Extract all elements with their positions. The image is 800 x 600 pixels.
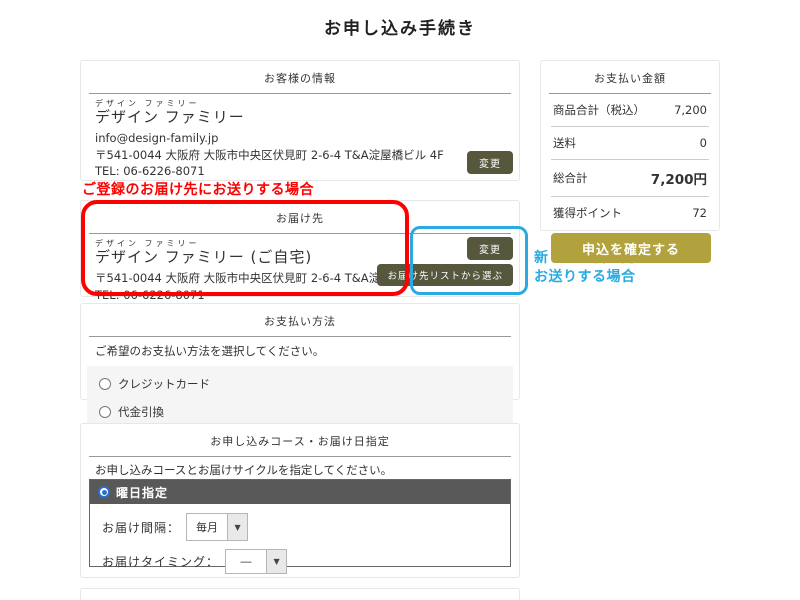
payment-option-credit-card[interactable]: クレジットカード (87, 370, 513, 398)
timing-row: お届けタイミング： ― ▼ (102, 549, 498, 574)
chevron-down-icon: ▼ (228, 513, 248, 541)
payment-summary-panel: お支払い金額 商品合計（税込） 7,200 送料 0 総合計 7,200円 獲得… (540, 60, 720, 231)
radio-selected-icon[interactable] (98, 486, 110, 498)
summary-row-shipping: 送料 0 (551, 127, 709, 160)
customer-name-furigana: デザイン ファミリー (95, 99, 505, 108)
registered-address-annotation: ご登録のお届け先にお送りする場合 (82, 179, 314, 199)
summary-label: 総合計 (553, 170, 588, 186)
customer-info-header: お客様の情報 (81, 61, 519, 86)
summary-value: 72 (692, 206, 707, 220)
interval-label: お届け間隔： (102, 519, 180, 536)
chevron-down-icon: ▼ (267, 549, 287, 574)
delivery-change-button[interactable]: 変更 (467, 237, 513, 260)
customer-email: info@design-family.jp (95, 130, 505, 147)
summary-value: 0 (700, 136, 707, 150)
new-address-annotation-line2: お送りする場合 (534, 268, 650, 287)
delivery-list-button[interactable]: お届け先リストから選ぶ (377, 264, 513, 286)
customer-address: 〒541-0044 大阪府 大阪市中央区伏見町 2-6-4 T&A淀屋橋ビル 4… (95, 147, 505, 164)
next-panel-clipped (80, 588, 520, 600)
radio-unselected-icon[interactable] (99, 406, 111, 418)
payment-method-header: お支払い方法 (81, 304, 519, 329)
payment-option-cash-on-delivery[interactable]: 代金引換 (87, 398, 513, 426)
payment-option-label: クレジットカード (118, 376, 210, 392)
customer-name: デザイン ファミリー (95, 108, 505, 127)
timing-label: お届けタイミング： (102, 553, 219, 570)
timing-select[interactable]: ― ▼ (225, 549, 287, 574)
course-content: お届け間隔： 毎月 ▼ お届けタイミング： ― ▼ (90, 504, 510, 591)
summary-rows: 商品合計（税込） 7,200 送料 0 総合計 7,200円 獲得ポイント 72 (541, 94, 719, 229)
interval-select[interactable]: 毎月 ▼ (186, 513, 248, 541)
customer-info-block: デザイン ファミリー デザイン ファミリー info@design-family… (81, 94, 519, 180)
summary-total-value: 7,200円 (651, 168, 707, 188)
page-title: お申し込み手続き (0, 14, 800, 39)
summary-value: 7,200 (674, 103, 707, 117)
customer-info-panel: お客様の情報 デザイン ファミリー デザイン ファミリー info@design… (80, 60, 520, 181)
delivery-name-furigana: デザイン ファミリー (95, 239, 505, 248)
course-header: お申し込みコース・お届け日指定 (81, 424, 519, 449)
weekday-option-label: 曜日指定 (116, 484, 168, 501)
weekday-option-bar[interactable]: 曜日指定 (90, 480, 510, 504)
interval-row: お届け間隔： 毎月 ▼ (102, 513, 498, 541)
confirm-order-button[interactable]: 申込を確定する (551, 233, 711, 263)
summary-row-total: 総合計 7,200円 (551, 160, 709, 197)
payment-method-panel: お支払い方法 ご希望のお支払い方法を選択してください。 クレジットカード 代金引… (80, 303, 520, 400)
payment-options: クレジットカード 代金引換 (87, 366, 513, 430)
summary-label: 送料 (553, 135, 576, 151)
summary-row-points: 獲得ポイント 72 (551, 197, 709, 229)
delivery-panel: お届け先 デザイン ファミリー デザイン ファミリー (ご自宅) 〒541-00… (80, 200, 520, 297)
summary-label: 獲得ポイント (553, 205, 622, 221)
customer-tel: TEL: 06-6226-8071 (95, 163, 505, 180)
summary-label: 商品合計（税込） (553, 102, 645, 118)
course-panel: お申し込みコース・お届け日指定 お申し込みコースとお届けサイクルを指定してくださ… (80, 423, 520, 578)
payment-summary-header: お支払い金額 (541, 61, 719, 86)
radio-unselected-icon[interactable] (99, 378, 111, 390)
delivery-tel: TEL: 06-6226-8071 (95, 287, 505, 304)
customer-change-button[interactable]: 変更 (467, 151, 513, 174)
interval-select-value: 毎月 (186, 513, 228, 541)
payment-option-label: 代金引換 (118, 404, 164, 420)
course-instruction-line1: お申し込みコースとお届けサイクルを指定してください。 (95, 462, 505, 478)
delivery-header: お届け先 (81, 201, 519, 226)
order-procedure-page: お申し込み手続き お客様の情報 デザイン ファミリー デザイン ファミリー in… (0, 0, 800, 600)
timing-select-value: ― (225, 549, 267, 574)
payment-method-instruction: ご希望のお支払い方法を選択してください。 (81, 337, 519, 359)
weekday-course-box: 曜日指定 お届け間隔： 毎月 ▼ お届けタイミング： ― ▼ (89, 479, 511, 567)
summary-row-subtotal: 商品合計（税込） 7,200 (551, 94, 709, 127)
